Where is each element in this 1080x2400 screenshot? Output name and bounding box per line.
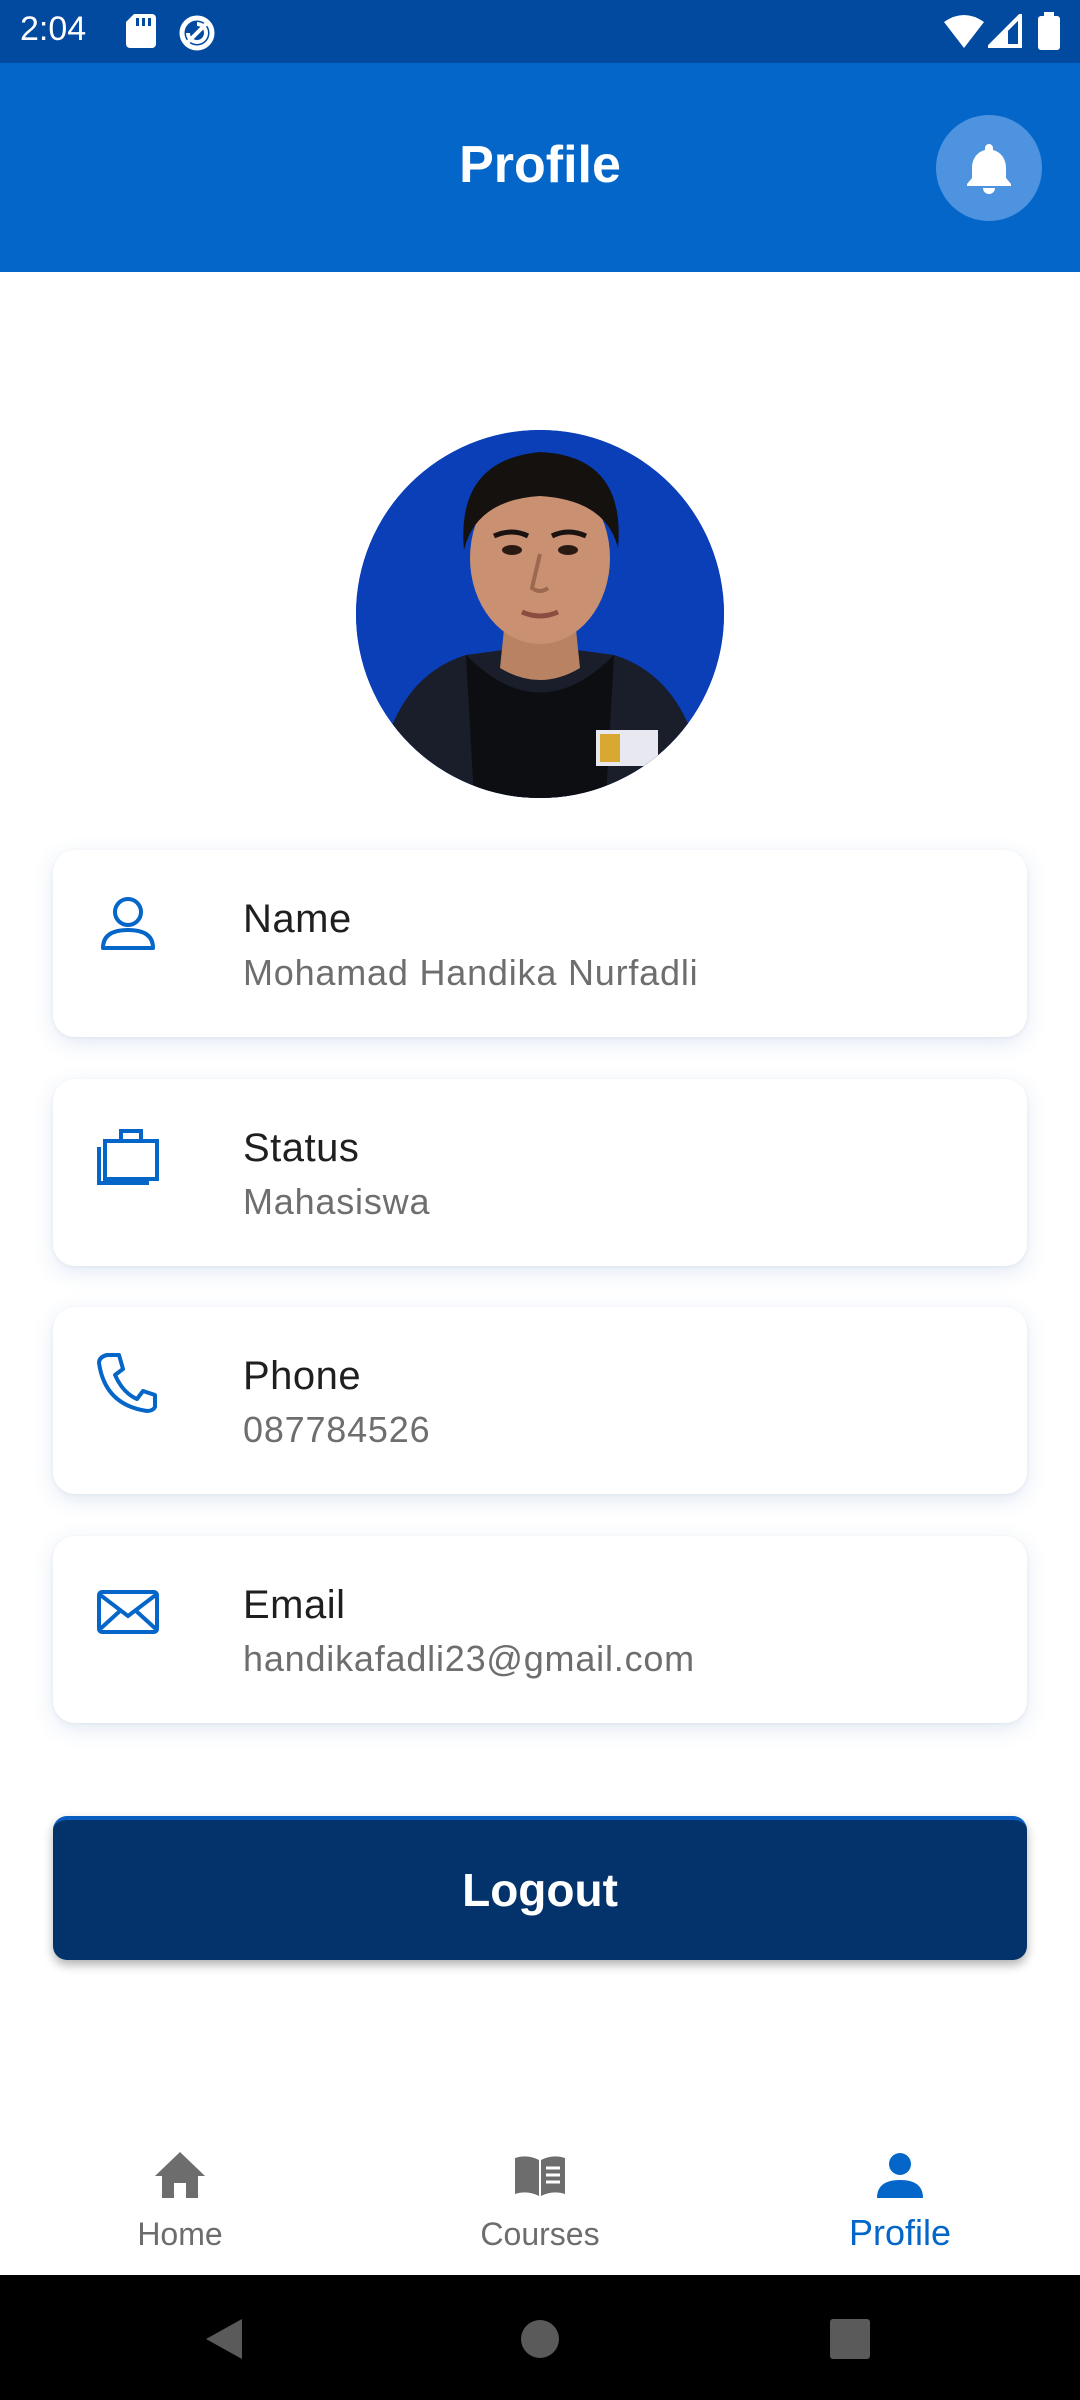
email-card: Email handikafadli23@gmail.com [53, 1536, 1027, 1723]
nav-label-profile: Profile [848, 2212, 952, 2253]
person-icon [101, 897, 155, 950]
status-value: Mahasiswa [243, 1181, 431, 1222]
name-label: Name [243, 897, 352, 941]
app-bar: Profile [0, 63, 1080, 272]
status-bar: 2:04 [0, 0, 1080, 63]
email-value: handikafadli23@gmail.com [243, 1638, 695, 1679]
phone-card: Phone 087784526 [53, 1307, 1027, 1494]
name-card: Name Mohamad Handika Nurfadli [53, 850, 1027, 1037]
briefcase-icon [97, 1129, 159, 1185]
email-label: Email [243, 1583, 346, 1627]
mail-icon [97, 1590, 159, 1634]
avatar [356, 430, 724, 798]
profile-screen: 2:04 Profile Name Mohamad Handika Nurfad… [0, 0, 1080, 2400]
nav-label-home: Home [137, 2216, 223, 2252]
sd-card-icon [126, 14, 156, 48]
recents-icon[interactable] [830, 2319, 870, 2359]
logout-button[interactable]: Logout [53, 1816, 1027, 1960]
book-icon [515, 2156, 565, 2196]
nav-item-courses[interactable]: Courses [360, 2120, 720, 2275]
bottom-nav: Home Courses Profile [0, 2120, 1080, 2275]
status-time: 2:04 [20, 10, 87, 48]
bell-icon [967, 144, 1011, 194]
name-value: Mohamad Handika Nurfadli [243, 952, 699, 993]
home-circle-icon[interactable] [520, 2319, 560, 2359]
back-icon[interactable] [204, 2317, 244, 2361]
battery-icon [1038, 12, 1060, 50]
profile-photo [356, 430, 724, 798]
signal-icon [988, 14, 1022, 48]
data-saver-icon [179, 15, 215, 51]
page-title: Profile [459, 136, 621, 194]
status-card: Status Mahasiswa [53, 1079, 1027, 1266]
notifications-button[interactable] [936, 115, 1042, 221]
nav-item-home[interactable]: Home [0, 2120, 360, 2275]
phone-icon [97, 1353, 157, 1413]
nav-label-courses: Courses [480, 2216, 600, 2252]
person-icon [877, 2153, 923, 2198]
system-nav-bar [0, 2275, 1080, 2400]
nav-item-profile[interactable]: Profile [720, 2120, 1080, 2275]
phone-value: 087784526 [243, 1409, 431, 1450]
wifi-icon [944, 15, 984, 48]
phone-label: Phone [243, 1354, 362, 1398]
home-icon [155, 2152, 205, 2198]
status-label: Status [243, 1126, 360, 1170]
